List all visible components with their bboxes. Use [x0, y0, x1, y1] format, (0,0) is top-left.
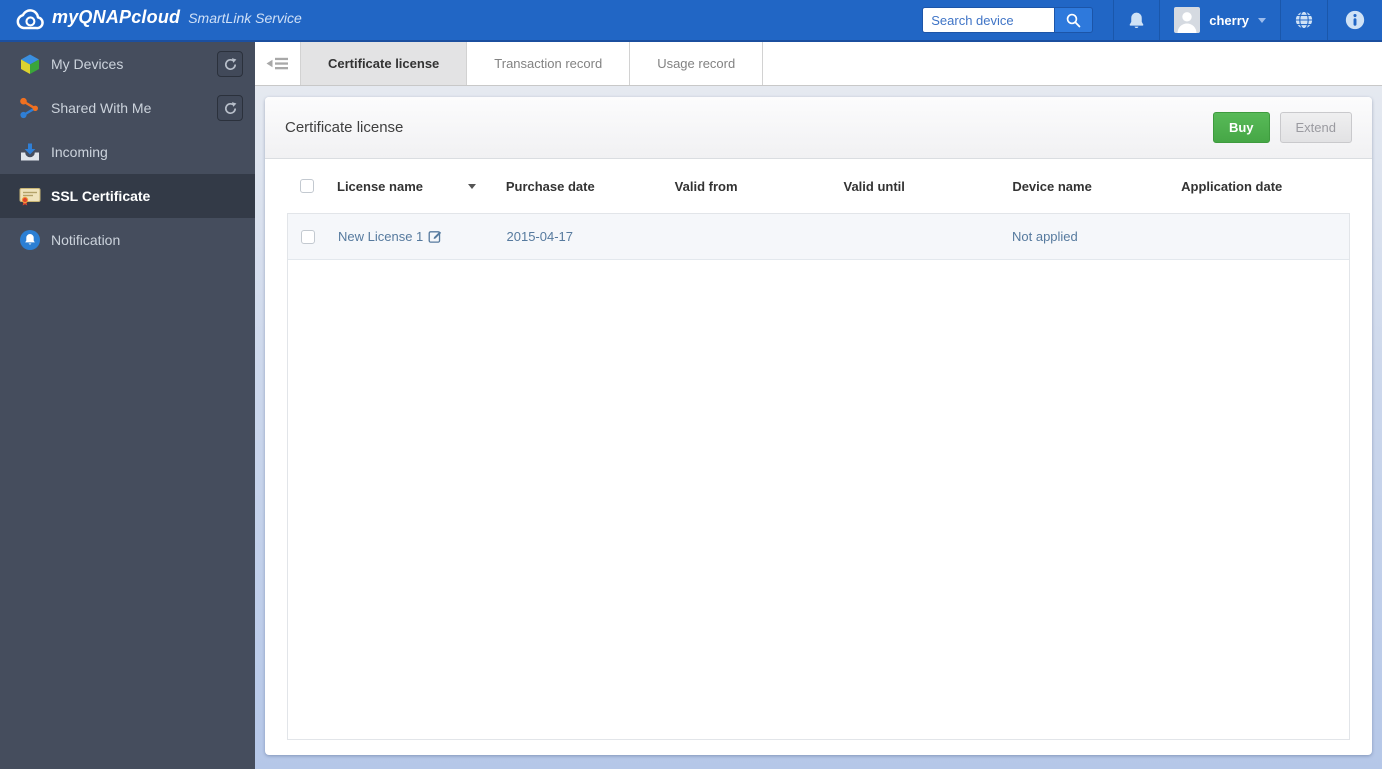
tab-bar: Certificate license Transaction record U…	[255, 42, 1382, 86]
column-header-valid-until: Valid until	[843, 178, 905, 194]
extend-button[interactable]: Extend	[1279, 112, 1352, 143]
language-button[interactable]	[1280, 0, 1327, 40]
sidebar-item-label: SSL Certificate	[51, 188, 151, 204]
devices-cube-icon	[21, 54, 39, 74]
collapse-sidebar-button[interactable]	[255, 42, 300, 85]
sidebar-item-label: Shared With Me	[51, 100, 152, 116]
certificate-license-panel: Certificate license Buy Extend License n…	[265, 97, 1372, 755]
sort-caret-icon[interactable]	[467, 183, 476, 193]
device-name-cell: Not applied	[1012, 229, 1078, 244]
sidebar-item-ssl-certificate[interactable]: SSL Certificate	[0, 174, 255, 218]
globe-icon	[1294, 10, 1314, 30]
refresh-icon	[224, 57, 236, 70]
buy-button[interactable]: Buy	[1212, 112, 1270, 143]
refresh-icon	[224, 101, 236, 114]
collapse-menu-icon	[266, 57, 288, 70]
edit-license-name-icon[interactable]	[428, 229, 443, 244]
user-menu[interactable]: cherry	[1159, 0, 1280, 40]
notifications-button[interactable]	[1113, 0, 1159, 40]
license-name-cell: New License 1	[338, 229, 507, 244]
top-bar: myQNAPcloud SmartLink Service Search dev…	[0, 0, 1382, 42]
content-area: Certificate license Transaction record U…	[255, 42, 1382, 769]
chevron-down-icon	[1258, 17, 1266, 27]
sidebar-item-shared-with-me[interactable]: Shared With Me	[0, 86, 255, 130]
content-body: Certificate license Buy Extend License n…	[255, 86, 1382, 769]
cloud-logo-icon	[16, 9, 44, 30]
row-select-cell	[288, 229, 338, 244]
select-all-checkbox[interactable]	[300, 179, 314, 193]
select-all-cell	[287, 179, 337, 193]
product-name: SmartLink Service	[188, 10, 302, 26]
sidebar: My Devices Shared With Me Incoming SSL C…	[0, 42, 255, 769]
info-icon	[1345, 10, 1365, 30]
sidebar-item-incoming[interactable]: Incoming	[0, 130, 255, 174]
search-button[interactable]	[1054, 7, 1094, 33]
sidebar-item-notification[interactable]: Notification	[0, 218, 255, 262]
sidebar-item-label: Notification	[51, 232, 121, 248]
notification-bell-icon	[20, 230, 40, 250]
column-header-application-date: Application date	[1181, 178, 1283, 194]
table-body: New License 1 2015-04-17 Not applied	[287, 213, 1350, 740]
column-header-device-name: Device name	[1012, 178, 1092, 194]
person-icon	[1174, 7, 1201, 33]
main-layout: My Devices Shared With Me Incoming SSL C…	[0, 42, 1382, 769]
refresh-my-devices-button[interactable]	[217, 51, 243, 77]
topbar-actions: cherry	[922, 0, 1382, 40]
refresh-shared-button[interactable]	[217, 95, 243, 121]
row-checkbox[interactable]	[301, 229, 315, 244]
incoming-tray-icon	[21, 143, 39, 161]
tab-transaction-record[interactable]: Transaction record	[467, 42, 631, 85]
search-input[interactable]	[922, 7, 1055, 33]
column-header-valid-from: Valid from	[674, 178, 738, 194]
panel-header: Certificate license Buy Extend	[265, 97, 1372, 159]
purchase-date-cell: 2015-04-17	[506, 229, 574, 244]
avatar	[1174, 7, 1201, 33]
app-logo: myQNAPcloud SmartLink Service	[0, 7, 302, 33]
search-icon	[1066, 13, 1081, 27]
sidebar-item-label: Incoming	[51, 144, 108, 160]
info-button[interactable]	[1327, 0, 1382, 40]
sidebar-item-label: My Devices	[51, 56, 124, 72]
share-icon	[20, 97, 38, 119]
bell-icon	[1129, 12, 1144, 28]
brand-name: myQNAPcloud	[52, 7, 181, 27]
sidebar-item-my-devices[interactable]: My Devices	[0, 42, 255, 86]
tab-usage-record[interactable]: Usage record	[630, 42, 764, 85]
license-table: License name Purchase date Valid from Va…	[287, 159, 1350, 740]
page-title: Certificate license	[285, 119, 404, 136]
device-search	[922, 0, 1113, 40]
table-header-row: License name Purchase date Valid from Va…	[287, 159, 1350, 213]
table-row[interactable]: New License 1 2015-04-17 Not applied	[288, 214, 1349, 260]
license-name-link[interactable]: New License 1	[338, 229, 423, 244]
username: cherry	[1209, 12, 1249, 28]
column-header-license-name: License name	[337, 179, 506, 194]
column-header-purchase-date: Purchase date	[505, 178, 595, 194]
certificate-icon	[19, 188, 41, 206]
tab-certificate-license[interactable]: Certificate license	[300, 42, 468, 85]
